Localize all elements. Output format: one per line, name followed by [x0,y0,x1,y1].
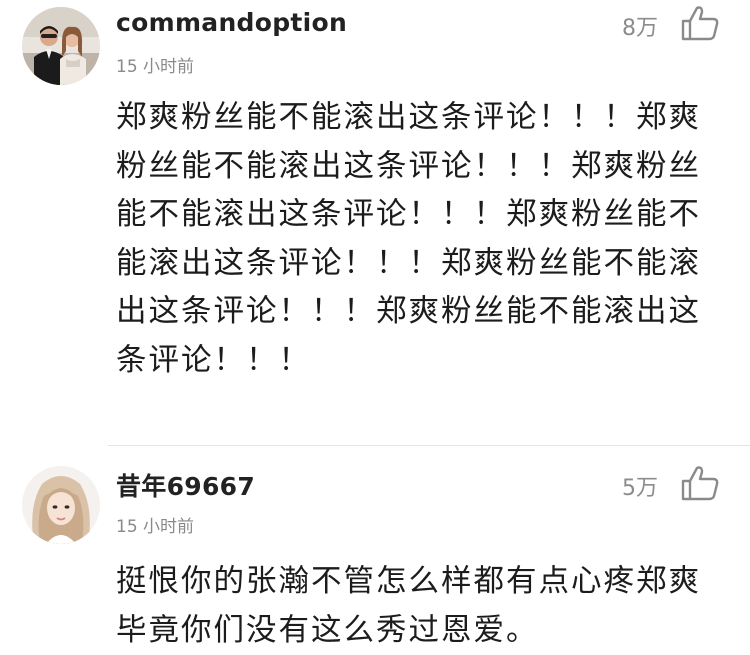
username[interactable]: commandoption [116,8,347,37]
girl-photo-avatar [22,466,100,544]
avatar[interactable] [22,466,100,544]
thumbs-up-icon[interactable] [680,4,720,42]
thumbs-up-icon[interactable] [680,464,720,502]
like-count: 8万 [622,16,658,41]
comment-text: 挺恨你的张瀚不管怎么样都有点心疼郑爽毕竟你们没有这么秀过恩爱。 [116,564,701,648]
comment-item: 昔年69667 15 小时前 5万 挺恨你的张瀚不管怎么样都有点心疼郑爽毕竟你们… [0,446,750,651]
timestamp: 15 小时前 [116,57,195,77]
comment-text: 郑爽粉丝能不能滚出这条评论！！！郑爽粉丝能不能滚出这条评论！！！郑爽粉丝能不能滚… [116,100,701,378]
couple-photo-avatar [22,7,100,85]
avatar[interactable] [22,7,100,85]
username[interactable]: 昔年69667 [116,467,255,503]
timestamp: 15 小时前 [116,517,195,537]
comment-item: commandoption 15 小时前 8万 郑爽粉丝能不能滚出这条评论！！！… [0,0,750,445]
like-count: 5万 [622,476,658,501]
